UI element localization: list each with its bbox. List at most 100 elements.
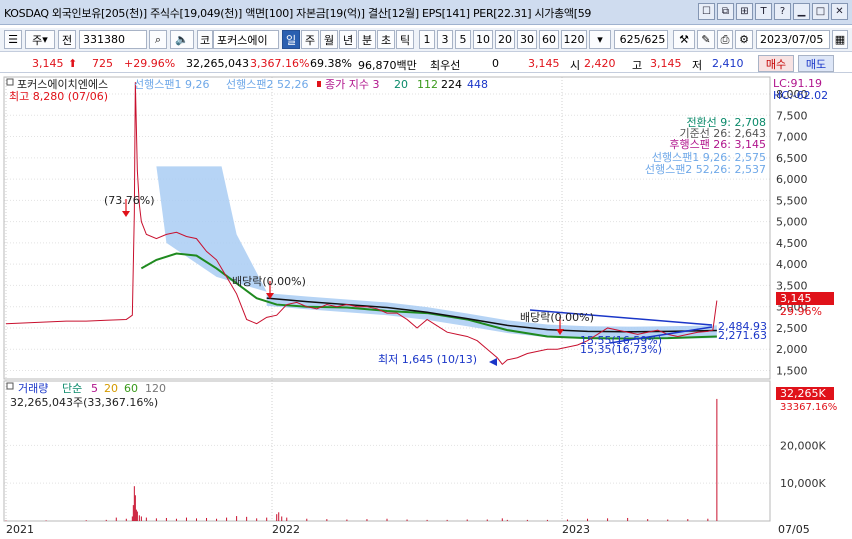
text-icon[interactable]: T <box>755 3 772 20</box>
volume-ma-label: 단순 <box>62 382 82 395</box>
chart-toolbar: ☰ 주 ▾ 전 331380 ⌕ 🔈 코 포커스에이 일 주 월 년 분 초 틱 … <box>0 28 852 52</box>
interval-30[interactable]: 30 <box>517 30 537 49</box>
current-pct-tag-text: 29.96% <box>780 305 822 318</box>
volume: 32,265,043 <box>186 57 249 70</box>
market-select[interactable]: 주 ▾ <box>25 30 55 49</box>
chart-settings-icon[interactable]: ⚒ <box>673 30 695 49</box>
interval-20[interactable]: 20 <box>495 30 515 49</box>
date-tick-label: 2022 <box>272 523 300 536</box>
stock-chart[interactable]: 1,5002,0002,5003,0003,5004,0004,5005,000… <box>0 75 852 539</box>
price-tick-label: 1,500 <box>776 364 808 377</box>
open-label: 시 <box>570 59 581 72</box>
volume-tick-label: 10,000K <box>780 477 826 490</box>
price-tick-label: 4,000 <box>776 258 808 271</box>
search-icon[interactable]: ⌕ <box>149 30 167 49</box>
pct-annotation: (73.76%) <box>104 194 155 207</box>
low-price: 2,410 <box>712 57 744 70</box>
price-tick-label: 7,000 <box>776 131 808 144</box>
period-tick[interactable]: 틱 <box>396 30 414 49</box>
kosdaq-badge: 코 <box>197 30 213 49</box>
interval-3[interactable]: 3 <box>437 30 453 49</box>
ichimoku-label: 후행스팬 26: 3,145 <box>669 138 766 151</box>
current-price-tag-text: 3,145 <box>780 292 812 305</box>
buy-button[interactable]: 매수 <box>758 55 794 72</box>
stock-name-field[interactable]: 포커스에이 <box>213 30 279 49</box>
window-titlebar: KOSDAQ 외국인보유[205(천)] 주식수[19,049(천)] 액면[1… <box>0 0 852 25</box>
restore-layout-icon[interactable]: ⧉ <box>717 3 734 20</box>
price-tick-label: 7,500 <box>776 109 808 122</box>
draw-tool-icon[interactable]: ✎ <box>697 30 715 49</box>
ask-price: 3,145 <box>528 57 560 70</box>
price-tick-label: 5,000 <box>776 216 808 229</box>
legend-ma-20: 20 <box>394 78 408 91</box>
dividend-annotation-2: 배당락(0.00%) <box>520 311 594 324</box>
sell-button[interactable]: 매도 <box>798 55 834 72</box>
ichimoku-label: 선행스팬2 52,26: 2,537 <box>645 163 766 176</box>
legend-close-ma: 종가 지수 3 <box>325 78 379 91</box>
date-tick-label: 2021 <box>6 523 34 536</box>
date-tick-label: 2023 <box>562 523 590 536</box>
gear-icon[interactable]: ⚙ <box>735 30 753 49</box>
calendar-icon[interactable]: ▦ <box>832 30 848 49</box>
interval-dropdown[interactable]: ▾ <box>589 30 611 49</box>
period-week[interactable]: 주 <box>301 30 319 49</box>
legend-close-marker-icon <box>317 81 321 87</box>
period-month[interactable]: 월 <box>320 30 338 49</box>
price-info-bar: 3,145 ⬆ 725 +29.96% 32,265,043 3,367.16%… <box>0 54 852 73</box>
volume-legend-title: 거래량 <box>18 382 48 395</box>
date-input[interactable]: 2023/07/05 <box>756 30 830 49</box>
current-price: 3,145 <box>32 57 64 70</box>
legend-ma-448: 448 <box>467 78 488 91</box>
interval-10[interactable]: 10 <box>473 30 493 49</box>
price-tick-label: 4,500 <box>776 237 808 250</box>
high-annotation: 최고 8,280 (07/06) <box>9 90 108 103</box>
interval-120[interactable]: 120 <box>561 30 587 49</box>
period-minute[interactable]: 분 <box>358 30 376 49</box>
period-second[interactable]: 초 <box>377 30 395 49</box>
menu-icon[interactable]: ☰ <box>4 30 22 49</box>
volume-ma-120: 120 <box>145 382 166 395</box>
window-title: KOSDAQ 외국인보유[205(천)] 주식수[19,049(천)] 액면[1… <box>4 7 592 20</box>
minimize-icon[interactable]: ▁ <box>793 3 810 20</box>
price-tick-label: 2,000 <box>776 343 808 356</box>
close-icon[interactable]: ✕ <box>831 3 848 20</box>
maximize-icon[interactable]: □ <box>812 3 829 20</box>
sound-icon[interactable]: 🔈 <box>170 30 194 49</box>
hc-label: HC:-62.02 <box>773 89 828 102</box>
legend-cloud2: 선행스팬2 52,26 <box>226 78 308 91</box>
trendline-label-2: 2,271.63 <box>718 329 767 342</box>
preferred-value: 0 <box>492 57 499 70</box>
interval-60[interactable]: 60 <box>539 30 559 49</box>
ref-button[interactable]: 전 <box>58 30 76 49</box>
open-price: 2,420 <box>584 57 616 70</box>
price-change: 725 <box>92 57 113 70</box>
high-price: 3,145 <box>650 57 682 70</box>
fib-label-b: 15,35(16,73%) <box>580 343 662 356</box>
volume-ma-20: 20 <box>104 382 118 395</box>
volume-current-tag-text: 32,265K <box>780 387 826 400</box>
interval-1[interactable]: 1 <box>419 30 435 49</box>
volume-current-text: 32,265,043주(33,367.16%) <box>10 396 158 409</box>
help-icon[interactable]: ? <box>774 3 791 20</box>
preferred-label: 최우선 <box>430 59 461 72</box>
price-tick-label: 2,500 <box>776 322 808 335</box>
period-day[interactable]: 일 <box>282 30 300 49</box>
print-icon[interactable]: ⎙ <box>717 30 733 49</box>
volume-tick-label: 20,000K <box>780 439 826 452</box>
legend-ma-112: 112 <box>417 78 438 91</box>
price-change-pct: +29.96% <box>124 57 176 70</box>
data-count-field[interactable]: 625/625 <box>614 30 668 49</box>
volume-current-pct-text: 33367.16% <box>780 402 837 413</box>
volume-ma-5: 5 <box>91 382 98 395</box>
low-annotation: 최저 1,645 (10/13) <box>378 353 477 366</box>
interval-5[interactable]: 5 <box>455 30 471 49</box>
period-year[interactable]: 년 <box>339 30 357 49</box>
trade-value: 96,870백만 <box>358 59 417 72</box>
grid-icon[interactable]: ⊞ <box>736 3 753 20</box>
price-tick-label: 3,500 <box>776 279 808 292</box>
stock-code-input[interactable]: 331380 <box>79 30 147 49</box>
legend-cloud1: 선행스팬1 9,26 <box>134 78 209 91</box>
price-tick-label: 6,500 <box>776 152 808 165</box>
turnover-pct: 69.38% <box>310 57 352 70</box>
link-icon[interactable]: ☐ <box>698 3 715 20</box>
